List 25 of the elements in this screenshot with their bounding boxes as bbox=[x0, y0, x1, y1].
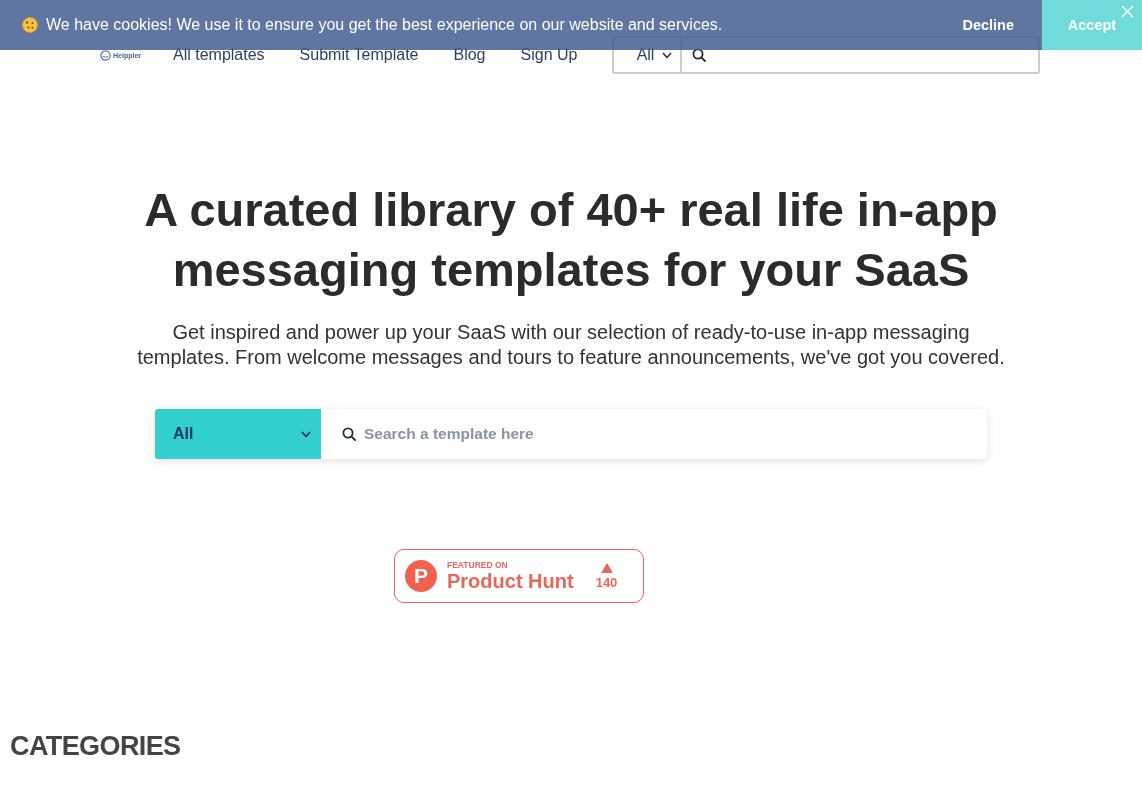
category-select[interactable]: All bbox=[614, 38, 683, 72]
badge-kicker: FEATURED ON bbox=[447, 560, 509, 570]
triangle-icon bbox=[600, 562, 613, 573]
categories-heading: CATEGORIES bbox=[10, 731, 181, 762]
cookie-icon bbox=[22, 17, 38, 33]
decline-button[interactable]: Decline bbox=[958, 11, 1018, 39]
hero-title: A curated library of 40+ real life in-app messaging templates for your SaaS bbox=[143, 182, 999, 298]
badge-title: Product Hunt bbox=[447, 570, 574, 592]
category-value: All bbox=[636, 46, 655, 64]
chevron-down-icon bbox=[301, 430, 311, 438]
product-hunt-logo: P bbox=[405, 560, 437, 592]
cookie-message: We have cookies! We use it to ensure you get the best experience on our website and services. bbox=[46, 16, 724, 34]
search-icon bbox=[692, 48, 707, 62]
hero-subtitle: Get inspired and power up your SaaS with our selection of ready-to-use in-app messaging templates. From welcome messages and tours to feature announcements, we've got you covered. bbox=[136, 320, 1006, 370]
chevron-down-icon bbox=[662, 51, 673, 59]
category-select[interactable]: All bbox=[155, 409, 321, 459]
nav-link[interactable]: Sign Up bbox=[520, 46, 578, 64]
search-placeholder: Search a template here bbox=[364, 425, 534, 443]
category-value: All bbox=[173, 425, 194, 443]
nav-link[interactable]: Blog bbox=[453, 46, 486, 64]
search-icon bbox=[342, 427, 356, 441]
logo-icon bbox=[100, 49, 111, 61]
nav-link[interactable]: All templates bbox=[173, 46, 265, 64]
vote-count: 140 bbox=[595, 574, 618, 590]
nav-link[interactable]: Submit Template bbox=[299, 46, 419, 64]
